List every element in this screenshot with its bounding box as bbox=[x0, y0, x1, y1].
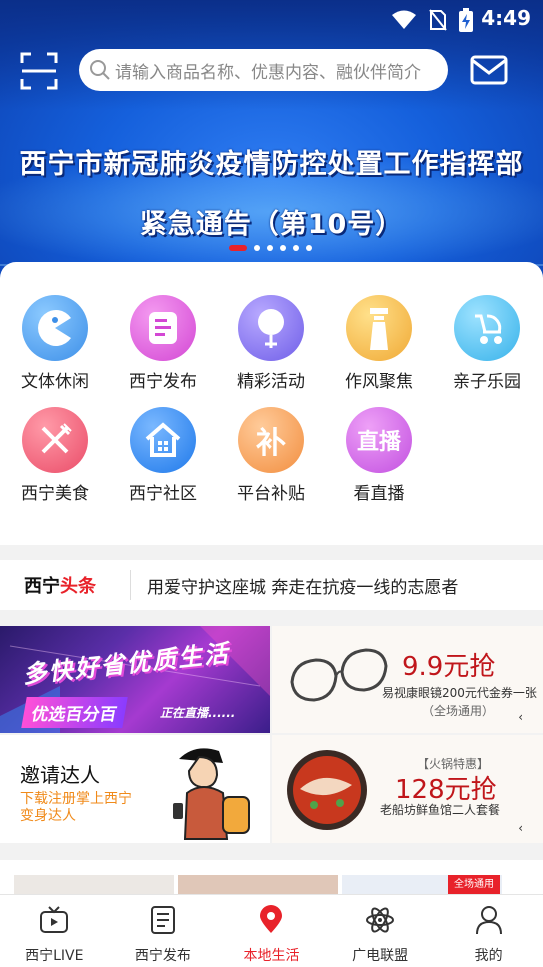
tv-icon bbox=[40, 906, 69, 933]
live-icon: 直播 bbox=[346, 407, 412, 473]
grid-label: 西宁发布 bbox=[129, 372, 197, 392]
search-icon bbox=[90, 60, 110, 80]
thumbnail-badge: 全场通用 bbox=[448, 875, 500, 895]
cutlery-icon bbox=[22, 407, 88, 473]
page-dot bbox=[254, 245, 260, 251]
house-icon bbox=[130, 407, 196, 473]
page-dot bbox=[293, 245, 299, 251]
page-dot bbox=[280, 245, 286, 251]
nav-item-broadcast-alliance[interactable]: 广电联盟 bbox=[326, 895, 435, 967]
status-bar: 4:49 bbox=[0, 0, 543, 36]
mail-icon[interactable] bbox=[470, 55, 508, 85]
nav-item-xining-live[interactable]: 西宁LIVE bbox=[0, 895, 109, 967]
nav-label: 西宁发布 bbox=[134, 948, 191, 964]
grid-label: 亲子乐园 bbox=[453, 372, 521, 392]
person-icon bbox=[475, 906, 502, 935]
promo-live-tag: 优选百分百 bbox=[21, 697, 128, 728]
search-input[interactable]: 请输入商品名称、优惠内容、融伙伴简介 bbox=[115, 58, 421, 83]
promo-hotpot[interactable]: 【火锅特惠】 128元抢 老船坊鲜鱼馆二人套餐 ‹ bbox=[272, 735, 543, 843]
tower-icon bbox=[346, 295, 412, 361]
subsidy-glyph: 补 bbox=[256, 426, 286, 461]
grid-item-community[interactable]: 西宁社区 bbox=[113, 407, 213, 504]
chevron-left-icon: ‹ bbox=[518, 710, 523, 724]
grid-label: 西宁美食 bbox=[21, 484, 89, 504]
thumbnail[interactable] bbox=[14, 875, 174, 895]
bottom-navigation: 西宁LIVE 西宁发布 本地生活 广电联盟 我的 bbox=[0, 894, 543, 967]
nav-label: 我的 bbox=[474, 948, 503, 964]
no-sim-icon bbox=[429, 9, 447, 31]
status-icons bbox=[391, 8, 473, 32]
promo-invite-subtitle: 下载注册掌上西宁 变身达人 bbox=[20, 791, 132, 825]
headline-ticker[interactable]: 西宁头条 用爱守护这座城 奔走在抗疫一线的志愿者 bbox=[0, 560, 543, 610]
grid-item-xining-release[interactable]: 西宁发布 bbox=[113, 295, 213, 392]
grid-label: 西宁社区 bbox=[129, 484, 197, 504]
promo-live-status: 正在直播...... bbox=[160, 706, 236, 720]
banner-page-indicator bbox=[229, 245, 312, 251]
nav-label: 广电联盟 bbox=[352, 948, 409, 964]
thumbnail-strip: 全场通用 bbox=[0, 860, 543, 895]
grid-item-events[interactable]: 精彩活动 bbox=[221, 295, 321, 392]
app-screen: 西宁市新冠肺炎疫情防控处置工作指挥部 紧急通告（第10号） 4:49 请输入商品… bbox=[0, 0, 543, 967]
page-dot bbox=[306, 245, 312, 251]
nav-item-xining-release[interactable]: 西宁发布 bbox=[109, 895, 218, 967]
promo-hotpot-desc: 老船坊鲜鱼馆二人套餐 bbox=[380, 803, 501, 817]
hotpot-image bbox=[287, 750, 367, 830]
promo-glasses[interactable]: 9.9元抢 易视康眼镜200元代金券一张 （全场通用） ‹ bbox=[272, 626, 543, 733]
stroller-icon bbox=[454, 295, 520, 361]
chevron-left-icon: ‹ bbox=[518, 821, 523, 835]
nav-label: 本地生活 bbox=[243, 948, 300, 964]
document-icon bbox=[130, 295, 196, 361]
promo-invite-sub2: 变身达人 bbox=[20, 808, 76, 824]
page-dot bbox=[229, 245, 247, 251]
scan-icon[interactable] bbox=[20, 52, 58, 90]
nav-item-local-life[interactable]: 本地生活 bbox=[217, 895, 326, 967]
pacman-icon bbox=[22, 295, 88, 361]
grid-label: 精彩活动 bbox=[237, 372, 305, 392]
banner-subtitle: 紧急通告（第10号） bbox=[139, 209, 404, 240]
grid-item-live[interactable]: 直播 看直播 bbox=[329, 407, 429, 504]
grid-label: 看直播 bbox=[353, 484, 405, 504]
headline-brand: 西宁头条 bbox=[0, 572, 130, 598]
grid-item-food[interactable]: 西宁美食 bbox=[5, 407, 105, 504]
atom-icon bbox=[366, 907, 395, 933]
hero-banner[interactable]: 西宁市新冠肺炎疫情防控处置工作指挥部 紧急通告（第10号） bbox=[0, 0, 543, 292]
page-dot bbox=[267, 245, 273, 251]
banner-title: 西宁市新冠肺炎疫情防控处置工作指挥部 bbox=[19, 149, 524, 180]
promo-invite[interactable]: 邀请达人 下载注册掌上西宁 变身达人 bbox=[0, 735, 270, 843]
grid-item-subsidy[interactable]: 补 平台补贴 bbox=[221, 407, 321, 504]
grid-label: 作风聚焦 bbox=[345, 372, 413, 392]
headline-text[interactable]: 用爱守护这座城 奔走在抗疫一线的志愿者 bbox=[131, 573, 458, 598]
grid-label: 平台补贴 bbox=[237, 484, 305, 504]
grid-label: 文体休闲 bbox=[21, 372, 89, 392]
promo-glasses-sub: （全场通用） bbox=[422, 704, 495, 718]
live-glyph: 直播 bbox=[356, 430, 401, 455]
thumbnail[interactable] bbox=[178, 875, 338, 895]
grid-item-focus[interactable]: 作风聚焦 bbox=[329, 295, 429, 392]
nav-label: 西宁LIVE bbox=[25, 948, 84, 964]
battery-charging-icon bbox=[459, 8, 473, 32]
wifi-icon bbox=[392, 10, 416, 29]
glasses-image bbox=[290, 648, 388, 702]
grid-item-family[interactable]: 亲子乐园 bbox=[437, 295, 537, 392]
grid-item-culture[interactable]: 文体休闲 bbox=[5, 295, 105, 392]
promo-invite-sub1: 下载注册掌上西宁 bbox=[20, 791, 132, 807]
promo-glasses-desc: 易视康眼镜200元代金券一张 bbox=[382, 686, 537, 700]
promo-live-shopping[interactable]: 多快好省优质生活 优选百分百 正在直播...... bbox=[0, 626, 270, 733]
location-pin-icon bbox=[260, 905, 283, 933]
nav-item-mine[interactable]: 我的 bbox=[434, 895, 543, 967]
promo-invite-title: 邀请达人 bbox=[20, 763, 100, 787]
news-icon bbox=[150, 906, 175, 934]
headline-brand-a: 西宁 bbox=[24, 576, 60, 597]
headline-brand-b: 头条 bbox=[60, 576, 96, 597]
promo-glasses-price: 9.9元抢 bbox=[402, 652, 496, 682]
category-grid: 文体休闲 西宁发布 精彩活动 作风聚焦 亲子乐园 西宁美食 西宁社区 补 平台补… bbox=[0, 262, 543, 545]
person-with-phone-illustration bbox=[173, 748, 250, 840]
status-time: 4:49 bbox=[481, 6, 531, 30]
balloon-icon bbox=[238, 295, 304, 361]
subsidy-icon: 补 bbox=[238, 407, 304, 473]
search-bar[interactable]: 请输入商品名称、优惠内容、融伙伴简介 bbox=[79, 49, 448, 91]
